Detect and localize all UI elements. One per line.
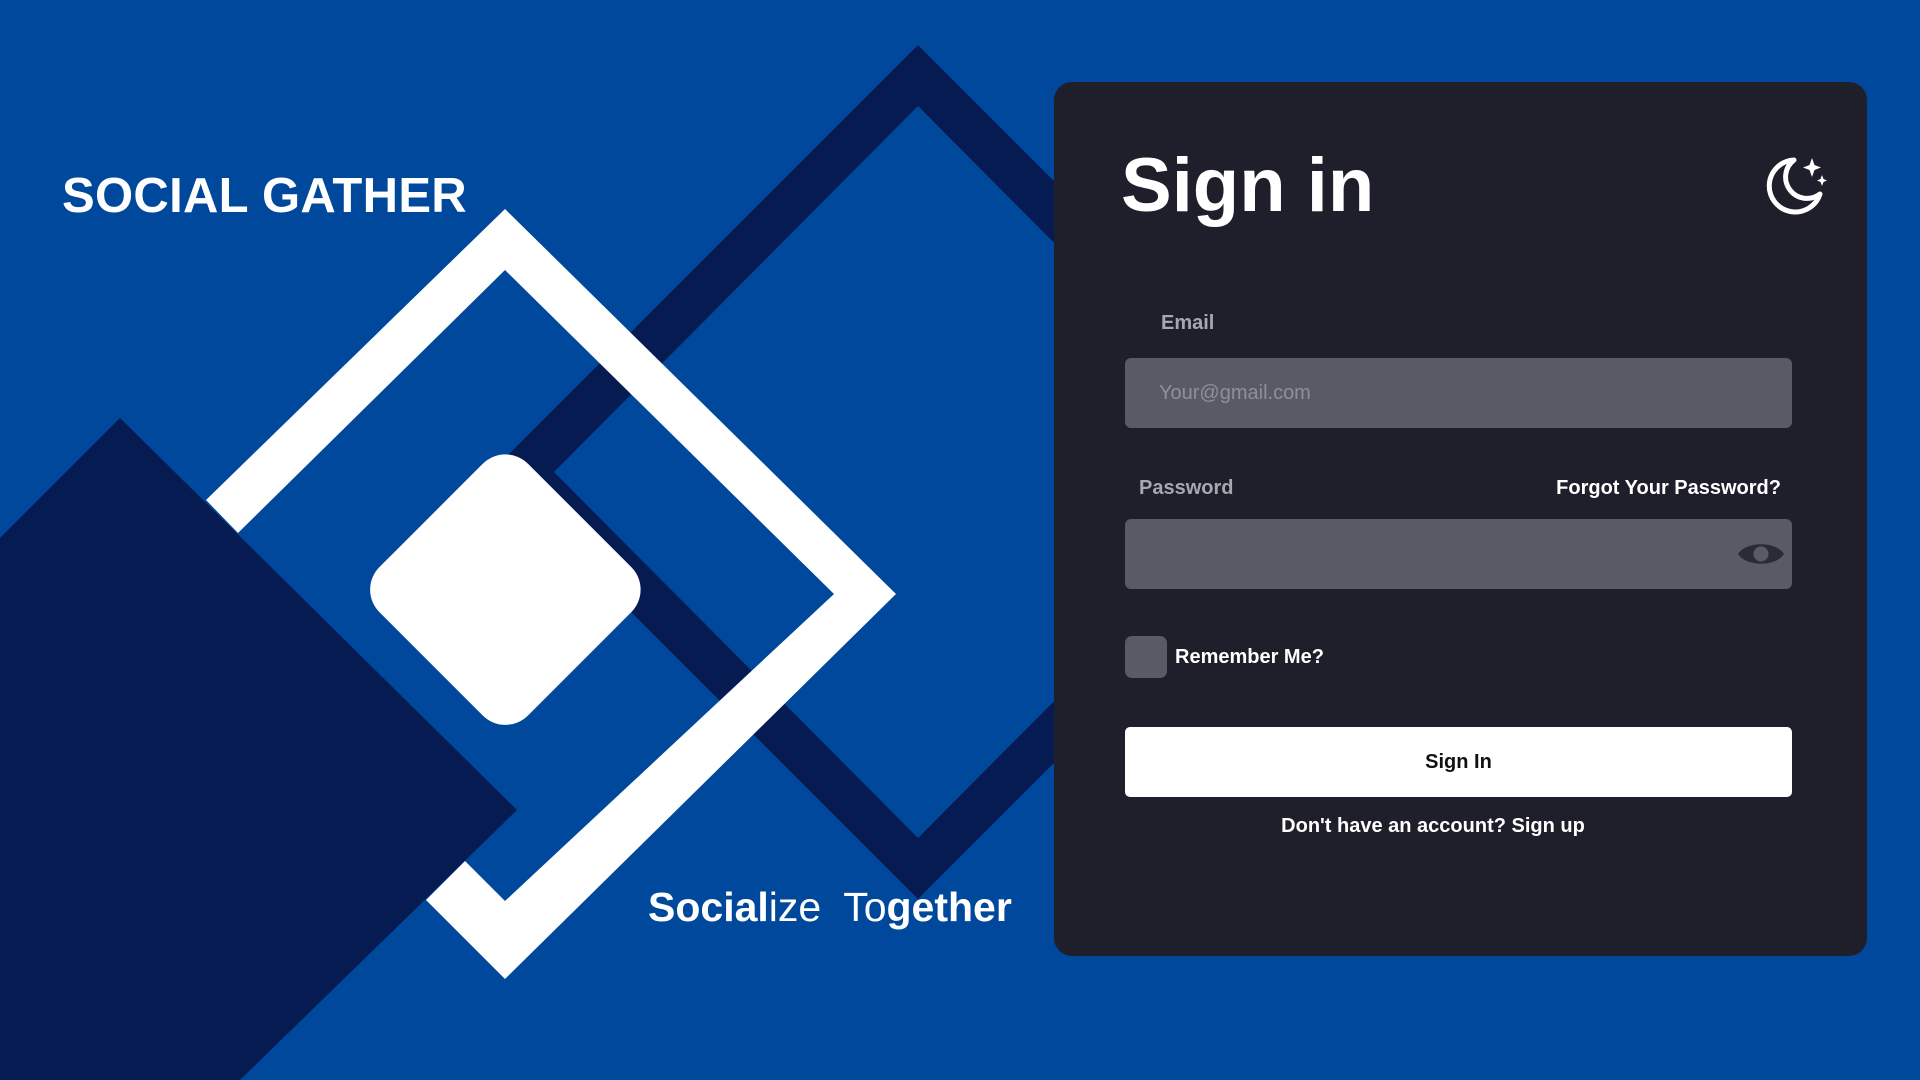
brand-logo-text: SOCIAL GATHER xyxy=(62,169,467,223)
email-label: Email xyxy=(1161,312,1215,334)
signup-link[interactable]: Sign up xyxy=(1512,815,1585,837)
remember-me-option[interactable]: Remember Me? xyxy=(1125,636,1324,678)
remember-me-checkbox[interactable] xyxy=(1125,636,1167,678)
email-field-box xyxy=(1125,358,1792,428)
signup-prompt: Don't have an account? Sign up xyxy=(1054,815,1867,838)
signin-card: Sign in Email Password Forgot Your Passw… xyxy=(1054,82,1867,956)
tagline-to: To xyxy=(843,884,887,930)
tagline-social: Social xyxy=(648,884,769,930)
tagline-gether: gether xyxy=(886,884,1012,930)
email-input[interactable] xyxy=(1125,358,1792,428)
moon-stars-icon xyxy=(1766,157,1827,215)
password-label: Password xyxy=(1139,477,1234,499)
eye-icon xyxy=(1738,544,1784,564)
remember-me-label: Remember Me? xyxy=(1175,645,1324,668)
tagline-ize: ize xyxy=(768,884,822,930)
theme-toggle-button[interactable] xyxy=(1762,154,1828,218)
white-rounded-diamond xyxy=(370,454,641,725)
password-field-box xyxy=(1125,519,1792,589)
signin-title: Sign in xyxy=(1121,143,1375,228)
tagline: Socialize Together xyxy=(648,884,1012,931)
signup-prompt-text: Don't have an account? xyxy=(1281,815,1506,837)
toggle-password-visibility-button[interactable] xyxy=(1736,536,1786,572)
forgot-password-link[interactable]: Forgot Your Password? xyxy=(1556,477,1781,500)
password-input[interactable] xyxy=(1125,519,1792,589)
sign-in-button[interactable]: Sign In xyxy=(1125,727,1792,797)
